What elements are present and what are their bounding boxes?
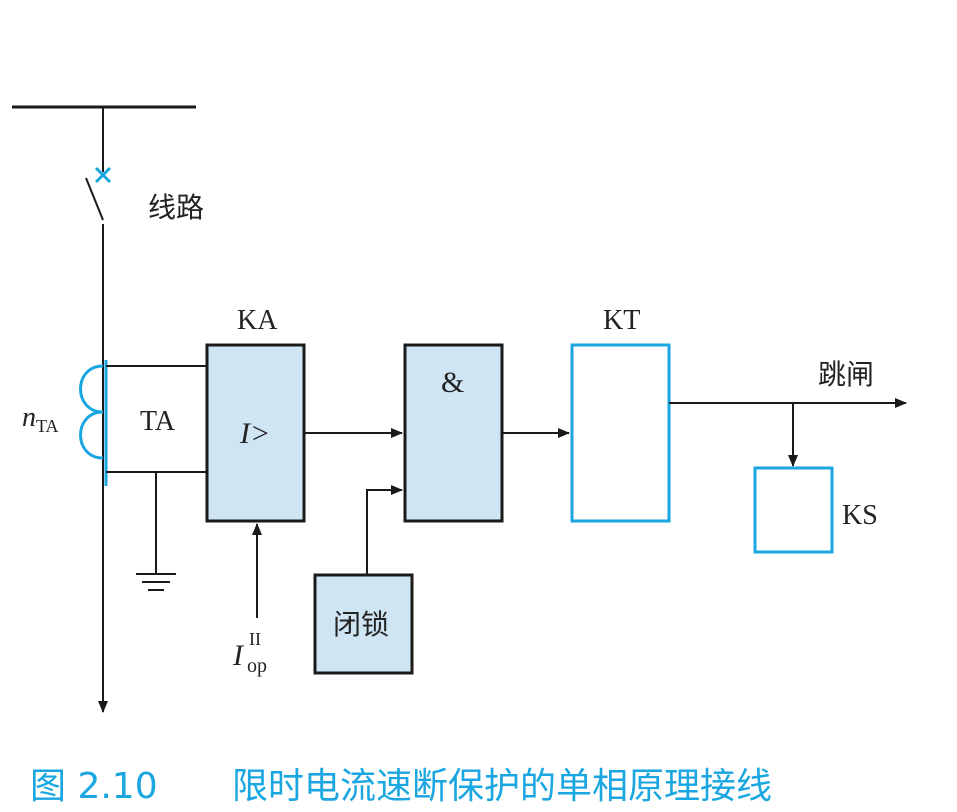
figure-title: 限时电流速断保护的单相原理接线 <box>232 766 772 807</box>
figure-number: 图 2.10 <box>30 766 158 807</box>
line-label: 线路 <box>148 191 204 224</box>
trip-label: 跳闸 <box>818 358 874 391</box>
circuit-breaker-icon <box>85 166 112 221</box>
lock-to-and-wire <box>366 485 403 575</box>
ka-label: KA <box>237 305 278 336</box>
ct-ratio-label: nTA <box>22 402 59 436</box>
ground-icon <box>136 472 176 591</box>
ks-relay-box <box>753 466 834 554</box>
iop-label: I <box>232 639 245 672</box>
iop-subscript: op <box>247 655 267 677</box>
lock-label: 闭锁 <box>333 608 389 641</box>
figure-caption: 图 2.10 限时电流速断保护的单相原理接线 <box>30 766 772 807</box>
protection-wiring-diagram: 线路 nTA TA KA I> I II op & 闭锁 KT 跳闸 KS 图 … <box>12 105 907 807</box>
kt-label: KT <box>603 305 640 336</box>
ta-label: TA <box>140 406 176 437</box>
kt-relay-box <box>570 343 671 523</box>
ka-relay-symbol: I> <box>239 417 270 450</box>
and-gate-symbol: & <box>441 366 464 399</box>
iop-superscript: II <box>249 629 261 649</box>
ks-label: KS <box>842 500 878 531</box>
